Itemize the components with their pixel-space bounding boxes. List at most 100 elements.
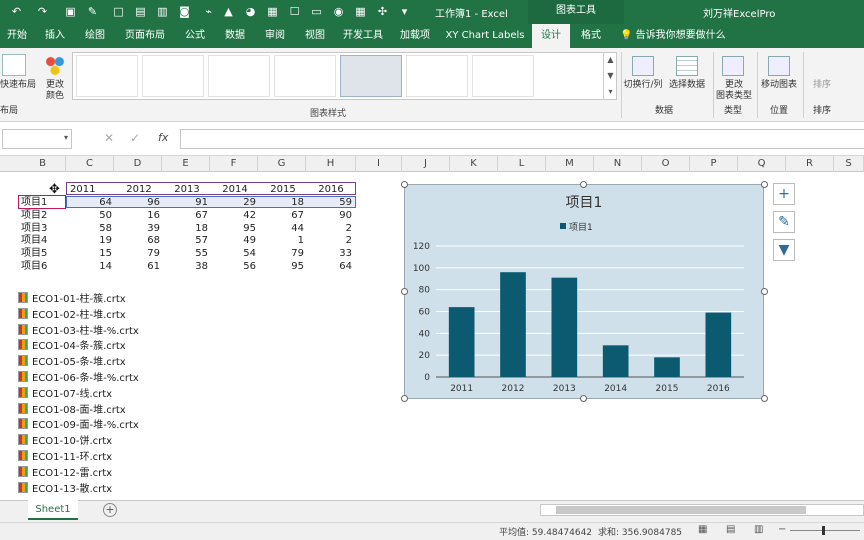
value-cell[interactable]: 44	[258, 222, 304, 235]
add-sheet-button[interactable]: +	[103, 503, 117, 517]
table-icon[interactable]: ▦	[354, 5, 367, 18]
value-cell[interactable]: 39	[114, 222, 160, 235]
grid-icon[interactable]: ▦	[266, 5, 279, 18]
value-cell[interactable]: 15	[66, 247, 112, 260]
value-cell[interactable]: 64	[306, 260, 352, 273]
change-chart-type-label[interactable]: 更改 图表类型	[714, 80, 754, 102]
name-box[interactable]: ▾	[2, 129, 72, 149]
column-chart[interactable]: 项目1 项目1 0 20 40 60 80 100 120 2011 2012 2013 2014 201…	[404, 184, 764, 399]
formula-input[interactable]	[180, 129, 864, 149]
open-icon[interactable]: ▤	[134, 5, 147, 18]
year-header-cell[interactable]: 2016	[310, 183, 352, 196]
resize-handle-r[interactable]	[761, 288, 768, 295]
column-header-e[interactable]: E	[162, 156, 210, 172]
tab-format[interactable]: 格式	[574, 24, 608, 48]
value-cell[interactable]: 95	[210, 222, 256, 235]
chart-style-4[interactable]	[274, 55, 336, 97]
tab-review[interactable]: 审阅	[258, 24, 292, 48]
column-header-s[interactable]: S	[834, 156, 864, 172]
resize-handle-tr[interactable]	[761, 181, 768, 188]
chart-bar[interactable]	[654, 357, 680, 377]
value-cell[interactable]: 55	[162, 247, 208, 260]
column-header-p[interactable]: P	[690, 156, 738, 172]
change-colors-icon[interactable]	[44, 55, 66, 77]
row-label-cell[interactable]: 项目4	[21, 234, 63, 247]
x-tick-label[interactable]: 2013	[553, 384, 576, 394]
year-header-cell[interactable]: 2014	[214, 183, 256, 196]
chart-icon[interactable]: ⌁	[202, 5, 215, 18]
file-list-item[interactable]: ECO1-04-条-簇.crtx	[18, 339, 126, 353]
x-tick-label[interactable]: 2011	[450, 384, 473, 394]
enter-icon[interactable]: ✓	[130, 131, 140, 145]
user-name[interactable]: 刘万祥ExcelPro	[703, 5, 775, 20]
y-tick-label[interactable]: 40	[419, 329, 431, 339]
value-cell[interactable]: 68	[114, 234, 160, 247]
name-box-dropdown-icon[interactable]: ▾	[64, 133, 68, 142]
tab-addins[interactable]: 加载项	[394, 24, 436, 48]
y-tick-label[interactable]: 100	[413, 264, 430, 274]
value-cell[interactable]: 2	[306, 234, 352, 247]
column-header-j[interactable]: J	[402, 156, 450, 172]
resize-handle-bl[interactable]	[401, 395, 408, 402]
change-chart-type-icon[interactable]	[722, 56, 744, 76]
file-list-item[interactable]: ECO1-07-线.crtx	[18, 386, 112, 401]
file-list-item[interactable]: ECO1-05-条-堆.crtx	[18, 355, 126, 369]
tab-home[interactable]: 开始	[0, 24, 34, 48]
print-preview-icon[interactable]: ▣	[64, 5, 77, 18]
zoom-slider[interactable]	[790, 530, 860, 531]
change-colors-label[interactable]: 更改 颜色	[40, 80, 70, 102]
value-cell[interactable]: 61	[114, 260, 160, 273]
column-header-b[interactable]: B	[20, 156, 66, 172]
value-cell[interactable]: 67	[162, 209, 208, 222]
resize-handle-tl[interactable]	[401, 181, 408, 188]
tab-xy-chart-labels[interactable]: XY Chart Labels	[442, 24, 528, 48]
new-icon[interactable]: □	[112, 5, 125, 18]
frame-icon[interactable]: ☐	[288, 5, 301, 18]
file-list-item[interactable]: ECO1-10-饼.crtx	[18, 434, 112, 448]
row-label-cell[interactable]: 项目1	[21, 196, 63, 209]
value-cell[interactable]: 67	[258, 209, 304, 222]
circle-icon[interactable]: ◉	[332, 5, 345, 18]
year-header-cell[interactable]: 2012	[118, 183, 160, 196]
camera-icon[interactable]: ◙	[178, 5, 191, 18]
column-header-i[interactable]: I	[356, 156, 402, 172]
chart-style-1[interactable]	[76, 55, 138, 97]
file-list-item[interactable]: ECO1-03-柱-堆-%.crtx	[18, 323, 139, 338]
file-list-item[interactable]: ECO1-01-柱-簇.crtx	[18, 292, 126, 306]
column-header-l[interactable]: L	[498, 156, 546, 172]
page-break-view-icon[interactable]: ▥	[754, 524, 763, 535]
redo-icon[interactable]: ↷	[36, 5, 49, 18]
file-list-item[interactable]: ECO1-12-雷.crtx	[18, 465, 112, 480]
column-header-g[interactable]: G	[258, 156, 306, 172]
value-cell[interactable]: 2	[306, 222, 352, 235]
year-header-cell[interactable]: 2011	[70, 183, 112, 196]
value-cell[interactable]: 50	[66, 209, 112, 222]
y-tick-label[interactable]: 0	[424, 373, 430, 383]
column-header-k[interactable]: K	[450, 156, 498, 172]
legend-swatch[interactable]	[560, 223, 566, 229]
move-chart-icon[interactable]	[768, 56, 790, 76]
column-header-d[interactable]: D	[114, 156, 162, 172]
chart-title[interactable]: 项目1	[566, 195, 603, 211]
resize-handle-l[interactable]	[401, 288, 408, 295]
y-tick-label[interactable]: 20	[419, 351, 431, 361]
year-header-cell[interactable]: 2015	[262, 183, 304, 196]
value-cell[interactable]: 33	[306, 247, 352, 260]
column-header-h[interactable]: H	[306, 156, 356, 172]
tools-icon[interactable]: ✣	[376, 5, 389, 18]
x-tick-label[interactable]: 2014	[604, 384, 627, 394]
page-layout-view-icon[interactable]: ▤	[726, 524, 735, 535]
x-tick-label[interactable]: 2012	[502, 384, 525, 394]
chart-elements-button[interactable]: +	[773, 183, 795, 205]
chart-bar[interactable]	[500, 272, 526, 377]
year-header-cell[interactable]: 2013	[166, 183, 208, 196]
column-header-c[interactable]: C	[66, 156, 114, 172]
value-cell[interactable]: 57	[162, 234, 208, 247]
tab-data[interactable]: 数据	[218, 24, 252, 48]
value-cell[interactable]: 79	[114, 247, 160, 260]
quick-layout-icon[interactable]	[2, 54, 26, 76]
column-header-n[interactable]: N	[594, 156, 642, 172]
file-list-item[interactable]: ECO1-08-面-堆.crtx	[18, 402, 126, 417]
row-label-cell[interactable]: 项目6	[21, 260, 63, 273]
move-chart-label[interactable]: 移动图表	[758, 80, 800, 91]
